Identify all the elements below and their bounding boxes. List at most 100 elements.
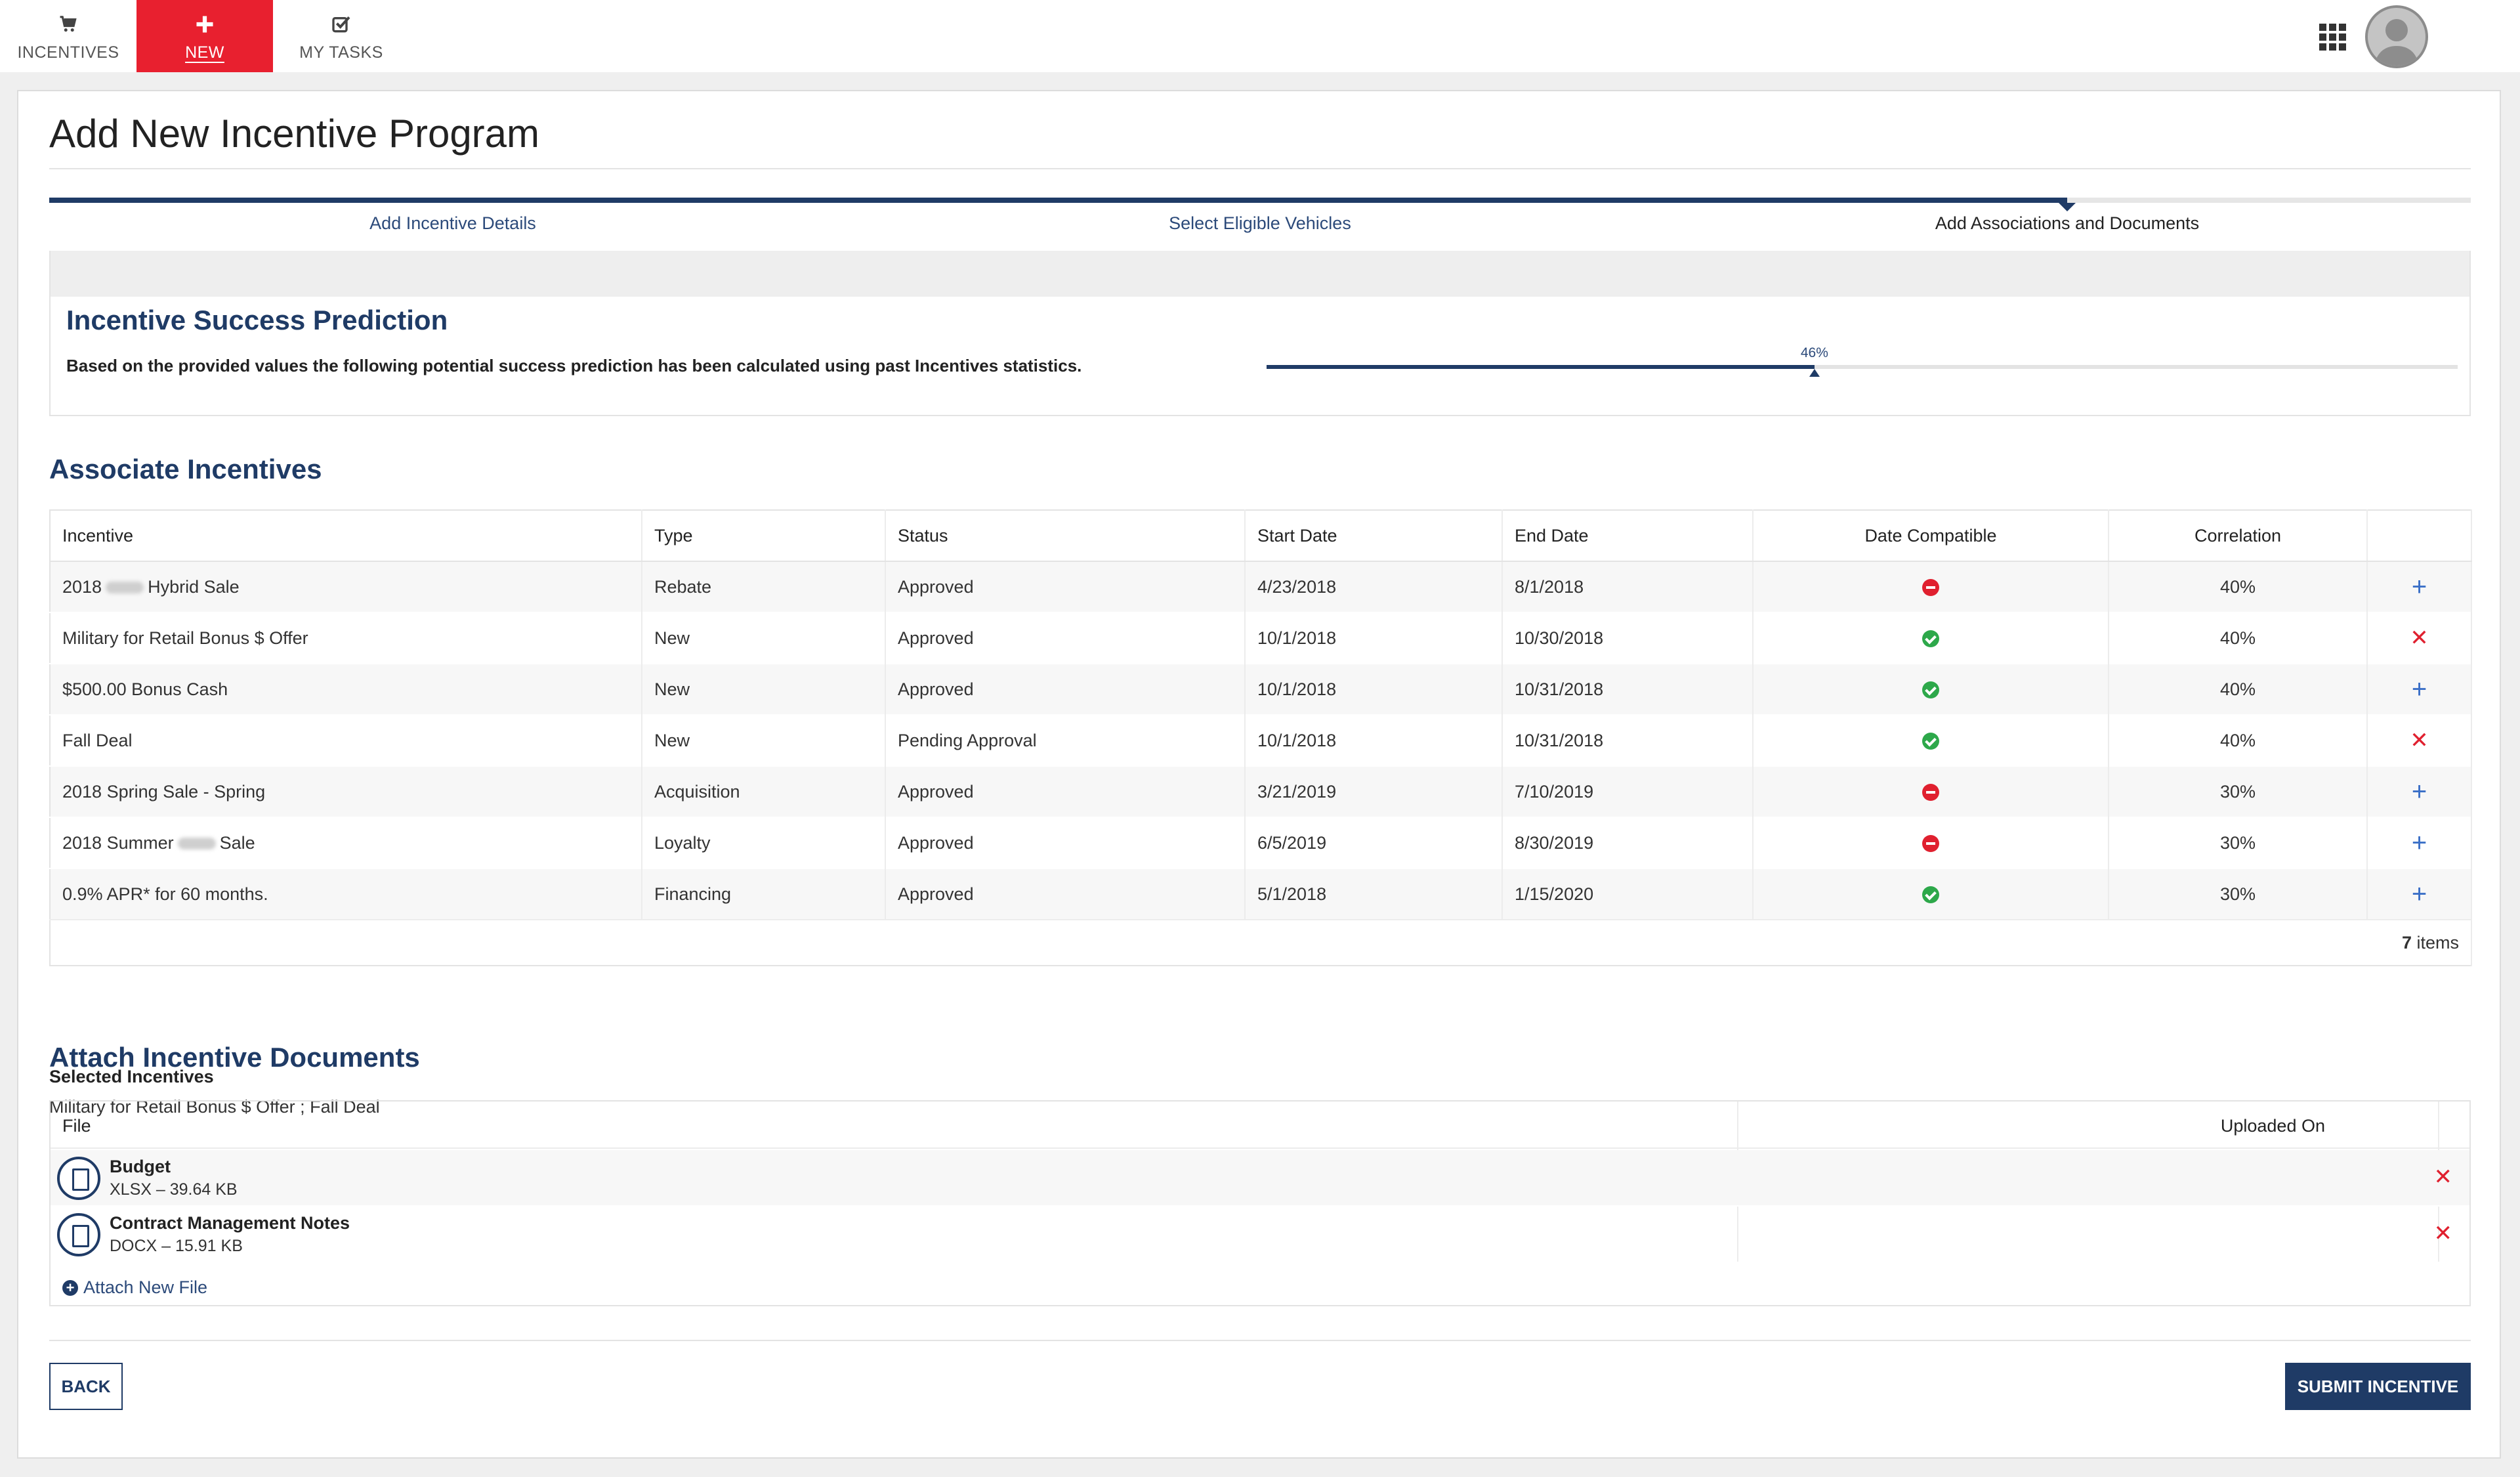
- column-header-incentive[interactable]: Incentive: [50, 510, 642, 562]
- add-incentive-icon[interactable]: +: [2412, 880, 2427, 909]
- nav-tab-label: INCENTIVES: [17, 43, 119, 62]
- column-header-date-compatible[interactable]: Date Compatible: [1753, 510, 2109, 562]
- cell-date-compatible: [1753, 766, 2109, 817]
- check-circle-icon: [1922, 681, 1939, 699]
- cell-action: +: [2367, 561, 2472, 612]
- page-title: Add New Incentive Program: [49, 112, 540, 156]
- column-header-status[interactable]: Status: [885, 510, 1246, 562]
- cell-action: +: [2367, 766, 2472, 817]
- cell-status: Approved: [885, 868, 1246, 920]
- cell-start-date: 3/21/2019: [1245, 766, 1503, 817]
- cell-type: Financing: [642, 868, 886, 920]
- cell-type: New: [642, 664, 886, 715]
- document-name[interactable]: Contract Management Notes: [110, 1213, 350, 1233]
- cell-incentive: 2018 Summer Sale: [50, 817, 642, 868]
- column-header-end-date[interactable]: End Date: [1502, 510, 1754, 562]
- cell-correlation: 30%: [2109, 868, 2368, 920]
- cell-type: New: [642, 715, 886, 766]
- document-name[interactable]: Budget: [110, 1157, 171, 1177]
- cell-incentive: Fall Deal: [50, 715, 642, 766]
- cell-action: +: [2367, 664, 2472, 715]
- nav-tab-incentives[interactable]: INCENTIVES: [0, 0, 136, 72]
- add-incentive-icon[interactable]: +: [2412, 572, 2427, 601]
- cell-status: Approved: [885, 766, 1246, 817]
- cell-action: ✕: [2367, 715, 2472, 766]
- cell-incentive: Military for Retail Bonus $ Offer: [50, 612, 642, 664]
- cell-start-date: 10/1/2018: [1245, 664, 1503, 715]
- cell-incentive: 0.9% APR* for 60 months.: [50, 868, 642, 920]
- user-avatar-icon[interactable]: [2365, 5, 2428, 68]
- prediction-section: Incentive Success Prediction Based on th…: [49, 251, 2471, 416]
- grid-icon[interactable]: [2319, 24, 2347, 51]
- cell-start-date: 4/23/2018: [1245, 561, 1503, 612]
- cell-incentive: 2018 Spring Sale - Spring: [50, 766, 642, 817]
- add-incentive-icon[interactable]: +: [2412, 828, 2427, 857]
- step-select-eligible-vehicles[interactable]: Select Eligible Vehicles: [856, 213, 1664, 234]
- cell-date-compatible: [1753, 817, 2109, 868]
- prediction-progress-fill: [1267, 365, 1815, 369]
- add-incentive-icon[interactable]: +: [2412, 777, 2427, 806]
- prediction-marker-icon: [1809, 369, 1820, 377]
- stepper-progress: [49, 198, 2471, 203]
- cell-end-date: 1/15/2020: [1502, 868, 1754, 920]
- cell-end-date: 7/10/2019: [1502, 766, 1754, 817]
- cell-end-date: 8/30/2019: [1502, 817, 1754, 868]
- attach-new-file-link[interactable]: + Attach New File: [62, 1277, 207, 1298]
- top-nav-bar: INCENTIVES NEW MY TASKS: [0, 0, 2520, 72]
- main-panel: Add New Incentive Program Add Incentive …: [17, 90, 2501, 1459]
- prediction-description: Based on the provided values the followi…: [66, 356, 1082, 375]
- stepper-current-marker: [2059, 203, 2076, 211]
- cell-status: Pending Approval: [885, 715, 1246, 766]
- cart-icon: [58, 11, 78, 38]
- nav-tab-new[interactable]: NEW: [136, 0, 273, 72]
- table-footer-row: 7 items: [50, 919, 2472, 966]
- column-header-uploaded-on[interactable]: Uploaded On: [2221, 1116, 2325, 1136]
- plus-icon: [195, 11, 215, 38]
- prediction-title: Incentive Success Prediction: [66, 305, 448, 335]
- cell-status: Approved: [885, 561, 1246, 612]
- nav-tab-label: NEW: [185, 43, 224, 62]
- divider: [49, 168, 2471, 169]
- check-circle-icon: [1922, 733, 1939, 750]
- cell-start-date: 10/1/2018: [1245, 715, 1503, 766]
- back-button[interactable]: BACK: [49, 1363, 123, 1410]
- no-entry-icon: [1922, 784, 1939, 802]
- document-icon: [57, 1213, 100, 1256]
- cell-correlation: 40%: [2109, 715, 2368, 766]
- column-header-type[interactable]: Type: [642, 510, 886, 562]
- incentive-name-part: 2018: [62, 576, 102, 597]
- column-header-start-date[interactable]: Start Date: [1245, 510, 1503, 562]
- table-row: 2018 Spring Sale - Spring Acquisition Appr…: [50, 766, 2472, 817]
- cell-type: Loyalty: [642, 817, 886, 868]
- add-incentive-icon[interactable]: +: [2412, 675, 2427, 704]
- stepper-progress-fill: [49, 198, 2067, 203]
- cell-type: New: [642, 612, 886, 664]
- remove-incentive-icon[interactable]: ✕: [2410, 728, 2429, 753]
- step-add-incentive-details[interactable]: Add Incentive Details: [49, 213, 856, 234]
- column-header-file[interactable]: File: [62, 1116, 91, 1136]
- cell-correlation: 40%: [2109, 664, 2368, 715]
- delete-document-icon[interactable]: ✕: [2434, 1222, 2453, 1245]
- cell-incentive: 2018 Hybrid Sale: [50, 561, 642, 612]
- remove-incentive-icon[interactable]: ✕: [2410, 626, 2429, 651]
- table-row: Military for Retail Bonus $ Offer New Appr…: [50, 612, 2472, 664]
- step-add-associations-documents[interactable]: Add Associations and Documents: [1664, 213, 2471, 234]
- prediction-value: 46%: [1800, 345, 1828, 360]
- no-entry-icon: [1922, 835, 1939, 853]
- cell-correlation: 30%: [2109, 817, 2368, 868]
- cell-date-compatible: [1753, 664, 2109, 715]
- incentive-name-part: Sale: [219, 832, 255, 853]
- document-icon: [57, 1157, 100, 1200]
- divider: [49, 1340, 2471, 1341]
- attach-documents-title: Attach Incentive Documents: [49, 1042, 420, 1073]
- checkbox-icon: [331, 11, 352, 38]
- column-header-correlation[interactable]: Correlation: [2109, 510, 2368, 562]
- nav-tab-label: MY TASKS: [299, 43, 383, 62]
- cell-status: Approved: [885, 817, 1246, 868]
- nav-tab-my-tasks[interactable]: MY TASKS: [273, 0, 410, 72]
- cell-end-date: 8/1/2018: [1502, 561, 1754, 612]
- document-row: Contract Management Notes DOCX – 15.91 K…: [51, 1207, 2469, 1263]
- cell-end-date: 10/31/2018: [1502, 715, 1754, 766]
- delete-document-icon[interactable]: ✕: [2434, 1166, 2453, 1188]
- submit-incentive-button[interactable]: SUBMIT INCENTIVE: [2285, 1363, 2471, 1410]
